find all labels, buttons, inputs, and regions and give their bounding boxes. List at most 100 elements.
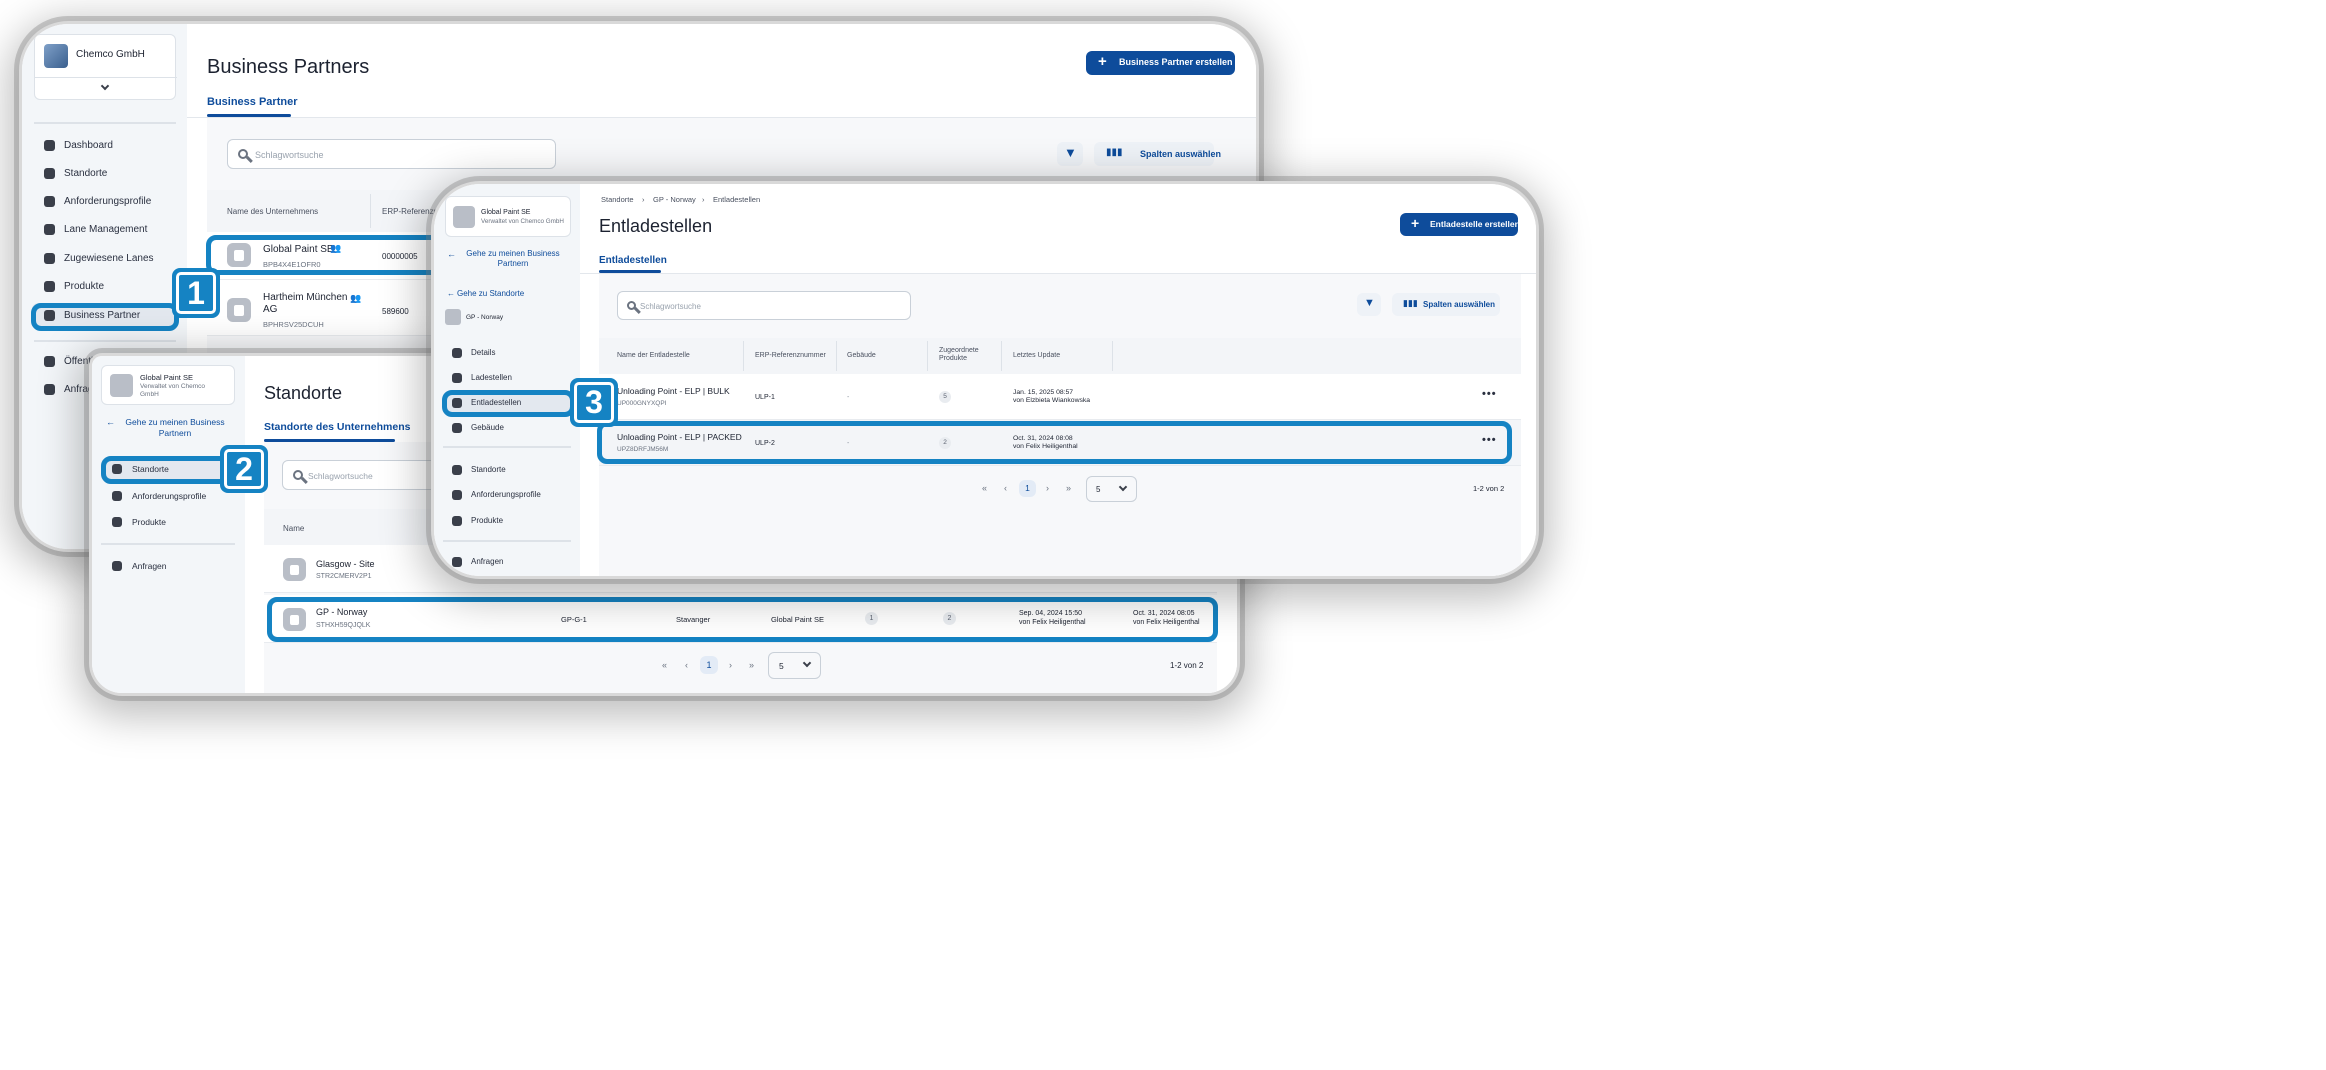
nav-details[interactable]: Details [471,348,495,357]
filter-icon: ▼ [1364,297,1375,309]
breadcrumb-standorte[interactable]: Standorte [601,195,634,204]
header-gebaeude[interactable]: Gebäude [847,352,876,359]
tab-business-partner[interactable]: Business Partner [207,96,297,108]
back-to-partners-link[interactable]: Gehe zu meinen Business Partnern [120,417,230,439]
last-page-icon[interactable]: » [749,660,754,670]
last-page-icon[interactable]: » [1066,483,1071,493]
sidebar: Global Paint SE Verwaltet von Chemco Gmb… [434,184,580,576]
step-badge-2: 2 [220,445,268,493]
page-current[interactable]: 1 [700,656,718,674]
filter-icon: ▼ [1064,145,1077,160]
company-name: Hartheim München AG [263,292,348,315]
nav-anforderungsprofile[interactable]: Anforderungsprofile [64,196,151,207]
org-switcher[interactable]: Chemco GmbH [34,34,177,100]
page-size-select[interactable]: 5 [768,652,821,679]
columns-button[interactable]: ▮▮▮ Spalten auswählen [1094,142,1221,166]
flask-icon [112,517,122,527]
filter-button[interactable]: ▼ [1357,293,1381,316]
partner-icon: 👥 [350,293,362,303]
highlight-packed-row [597,421,1512,464]
header-produkte[interactable]: Zugeordnete Produkte [939,347,989,363]
org-logo-icon [453,206,475,228]
nav-zugewiesene-lanes[interactable]: Zugewiesene Lanes [64,253,154,264]
site-avatar [283,558,306,581]
dashboard-icon [44,140,55,151]
header-name[interactable]: Name [283,524,304,533]
back-to-standorte-link[interactable]: Gehe zu Standorte [457,289,524,298]
columns-button[interactable]: ▮▮▮ Spalten auswählen [1392,293,1500,316]
nav-anforderungsprofile[interactable]: Anforderungsprofile [132,491,206,501]
nav-anforderungsprofile[interactable]: Anforderungsprofile [471,490,541,499]
search-icon [293,470,303,480]
nav-anfragen[interactable]: Anfrag [64,384,93,395]
nav-standorte[interactable]: Standorte [64,168,107,179]
highlight-standorte-nav [101,456,233,484]
chevron-down-icon[interactable] [100,81,110,91]
next-page-icon[interactable]: › [1046,483,1049,493]
nav-anfragen[interactable]: Anfragen [132,561,167,571]
org-card[interactable]: Global Paint SE Verwaltet von Chemco Gmb… [445,196,571,237]
nav-dashboard[interactable]: Dashboard [64,140,113,151]
nav-ladestellen[interactable]: Ladestellen [471,373,512,382]
header-erp[interactable]: ERP-Referenznummer [755,352,826,359]
nav-produkte[interactable]: Produkte [471,516,503,525]
company-id: BPHRSV25DCUH [263,320,324,329]
tab-entladestellen[interactable]: Entladestellen [599,255,667,266]
create-entladestelle-button[interactable]: + Entladestelle erstellen [1400,213,1520,236]
arrow-left-icon: ← [447,249,456,259]
details-icon [452,348,462,358]
step-badge-1: 1 [172,268,220,318]
org-name: Global Paint SE [140,373,193,382]
chevron-down-icon [1118,482,1128,492]
tab-standorte[interactable]: Standorte des Unternehmens [264,421,410,433]
header-letztes-update[interactable]: Letztes Update [1013,352,1060,359]
back-to-partners-link[interactable]: Gehe zu meinen Business Partnern [459,249,567,269]
org-name: Chemco GmbH [76,49,145,60]
site-name: Glasgow - Site [316,559,375,569]
sidebar: Global Paint SE Verwaltet von Chemco Gmb… [92,356,245,693]
org-logo-icon [110,374,133,397]
building-icon [452,423,462,433]
more-actions-icon[interactable]: ••• [1482,388,1497,400]
company-avatar [227,298,251,322]
arrow-left-icon: ← [106,417,115,427]
first-page-icon[interactable]: « [662,660,667,670]
nav-standorte[interactable]: Standorte [471,465,506,474]
highlight-business-partner-nav [31,303,179,331]
truck-icon [452,373,462,383]
first-page-icon[interactable]: « [982,483,987,493]
nav-produkte[interactable]: Produkte [64,281,104,292]
nav-gebaeude[interactable]: Gebäude [471,423,504,432]
breadcrumb-site[interactable]: GP - Norway [653,195,696,204]
page-current[interactable]: 1 [1019,480,1036,497]
nav-oeffentlich[interactable]: Öffentli [64,356,96,367]
pager-summary: 1-2 von 2 [1473,484,1505,493]
highlight-entladestellen-nav [442,390,575,417]
search-input[interactable]: Schlagwortsuche [227,139,556,169]
page-size-select[interactable]: 5 [1086,476,1137,502]
next-page-icon[interactable]: › [729,660,732,670]
entladestelle-name: Unloading Point - ELP | BULK [617,386,730,396]
chevron-right-icon: › [702,195,705,204]
header-name[interactable]: Name der Entladestelle [617,352,690,359]
search-icon [627,301,636,310]
header-erp[interactable]: ERP-Referenzn [382,207,438,216]
create-business-partner-button[interactable]: + Business Partner erstellen [1086,51,1235,75]
building-value: - [847,394,850,401]
nav-lane-management[interactable]: Lane Management [64,224,147,235]
org-card[interactable]: Global Paint SE Verwaltet von Chemco Gmb… [101,365,235,405]
updated-by: von Elzbieta Wiankowska [1013,397,1091,404]
filter-button[interactable]: ▼ [1057,142,1083,166]
prev-page-icon[interactable]: ‹ [685,660,688,670]
nav-produkte[interactable]: Produkte [132,517,166,527]
header-company-name[interactable]: Name des Unternehmens [227,207,318,216]
plus-icon: + [1098,53,1107,70]
lane-icon [44,224,55,235]
search-input[interactable]: Schlagwortsuche [617,291,911,320]
prev-page-icon[interactable]: ‹ [1004,483,1007,493]
step-badge-3: 3 [570,378,618,427]
highlight-global-paint-row [206,235,466,275]
nav-anfragen[interactable]: Anfragen [471,557,503,566]
site-icon [445,309,461,325]
chevron-right-icon: › [642,195,645,204]
